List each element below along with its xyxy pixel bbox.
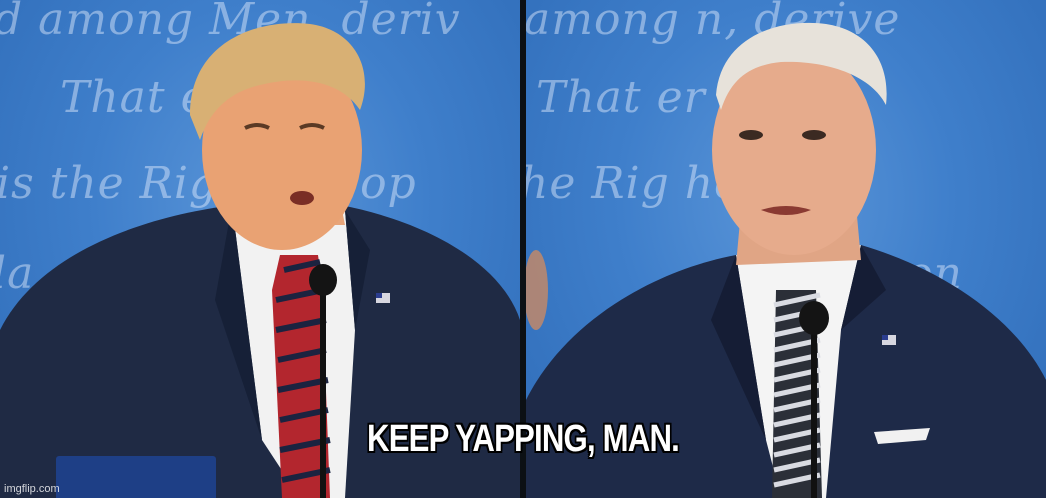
- meme-caption: KEEP YAPPING, MAN.: [367, 418, 680, 460]
- imgflip-watermark: imgflip.com: [4, 483, 60, 495]
- presidential-seal-podium: [56, 456, 216, 498]
- meme-image: d among Men, deriv That er any is the Ri…: [0, 0, 1046, 498]
